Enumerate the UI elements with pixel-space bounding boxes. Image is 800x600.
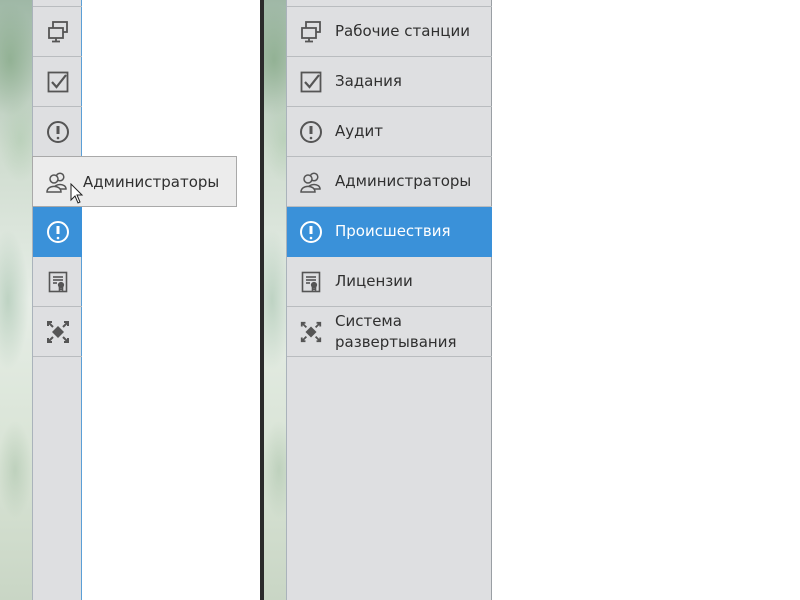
split-divider (260, 0, 264, 600)
audit-icon (46, 120, 70, 144)
licenses-icon (46, 270, 70, 294)
rail-item-audit[interactable] (33, 107, 82, 157)
collapsed-nav-rail (32, 0, 82, 600)
menu-item-workstations[interactable]: Рабочие станции (287, 7, 492, 57)
administrators-icon (45, 170, 69, 194)
incidents-icon (299, 220, 323, 244)
menu-item-label: Лицензии (335, 272, 413, 290)
administrators-tooltip[interactable]: Администраторы (32, 156, 237, 207)
expanded-nav-menu: Рабочие станции Задания Аудит Администра… (286, 0, 492, 600)
audit-icon (299, 120, 323, 144)
menu-item-audit[interactable]: Аудит (287, 107, 492, 157)
menu-item-label: Администраторы (335, 172, 472, 190)
administrators-icon (299, 170, 323, 194)
menu-item-label: Аудит (335, 122, 383, 140)
menu-item-incidents[interactable]: Происшествия (287, 207, 492, 257)
menu-item-administrators[interactable]: Администраторы (287, 157, 492, 207)
licenses-icon (299, 270, 323, 294)
menu-item-deployment-system[interactable]: Система развертывания (287, 307, 492, 357)
tasks-icon (46, 70, 70, 94)
tooltip-label: Администраторы (83, 172, 220, 191)
incidents-icon (46, 220, 70, 244)
menu-item-label: Рабочие станции (335, 22, 470, 40)
background-wallpaper-left (0, 0, 32, 600)
menu-item-top-cut[interactable] (287, 0, 492, 7)
menu-item-label: Происшествия (335, 222, 451, 240)
menu-item-label: Система развертывания (335, 311, 457, 351)
rail-item-licenses[interactable] (33, 257, 82, 307)
rail-item-tasks[interactable] (33, 57, 82, 107)
deployment-system-icon (45, 319, 71, 345)
menu-item-licenses[interactable]: Лицензии (287, 257, 492, 307)
tasks-icon (299, 70, 323, 94)
deployment-system-icon (299, 320, 323, 344)
menu-item-label: Задания (335, 72, 402, 90)
rail-item-incidents[interactable] (33, 207, 82, 257)
menu-item-tasks[interactable]: Задания (287, 57, 492, 107)
workstations-icon (46, 20, 70, 44)
rail-item-top-cut[interactable] (33, 0, 82, 7)
rail-item-workstations[interactable] (33, 7, 82, 57)
rail-item-deployment-system[interactable] (33, 307, 82, 357)
workstations-icon (299, 20, 323, 44)
mouse-cursor-icon (70, 183, 84, 205)
background-wallpaper-right (264, 0, 286, 600)
